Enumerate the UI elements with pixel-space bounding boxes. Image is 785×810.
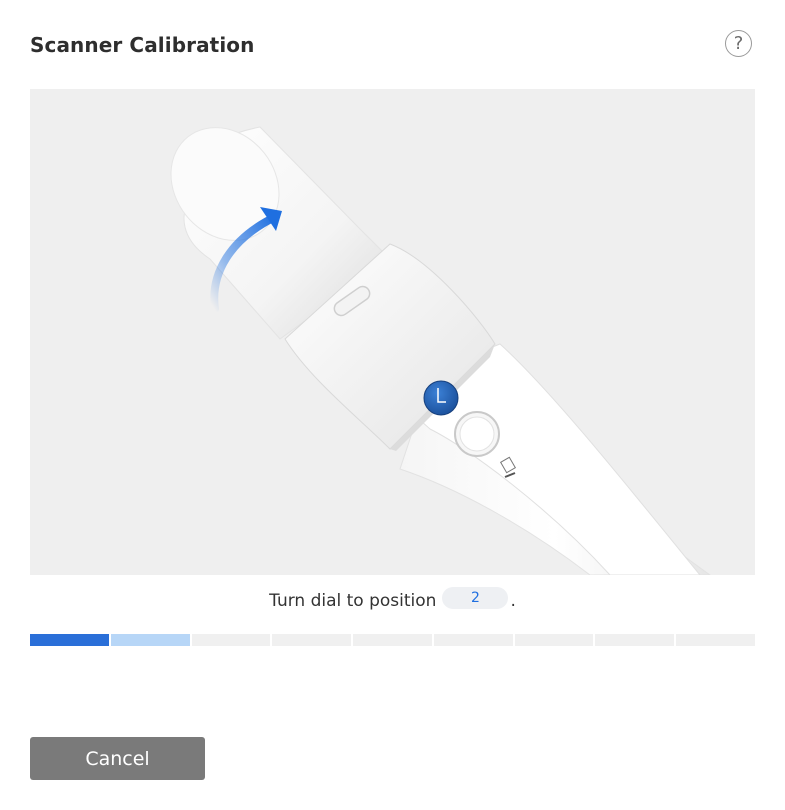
progress-segment-5 <box>353 634 432 646</box>
instruction-text: Turn dial to position 2 . <box>0 587 785 612</box>
progress-segment-9 <box>676 634 756 646</box>
instruction-suffix: . <box>510 591 516 611</box>
help-icon: ? <box>733 33 744 54</box>
dialog-title: Scanner Calibration <box>30 33 255 57</box>
help-button[interactable]: ? <box>725 30 752 57</box>
progress-segment-7 <box>514 634 594 646</box>
cancel-button[interactable]: Cancel <box>30 737 205 780</box>
progress-segment-2 <box>110 634 190 646</box>
progress-segment-4 <box>272 634 352 646</box>
dial-knob <box>423 380 459 416</box>
scanner-illustration <box>30 89 755 575</box>
progress-segment-8 <box>595 634 675 646</box>
progress-segment-1 <box>30 634 109 646</box>
position-badge: 2 <box>442 587 509 609</box>
progress-segment-3 <box>191 634 271 646</box>
progress-segment-6 <box>433 634 513 646</box>
calibration-progress <box>30 634 756 646</box>
instruction-prefix: Turn dial to position <box>269 591 437 611</box>
